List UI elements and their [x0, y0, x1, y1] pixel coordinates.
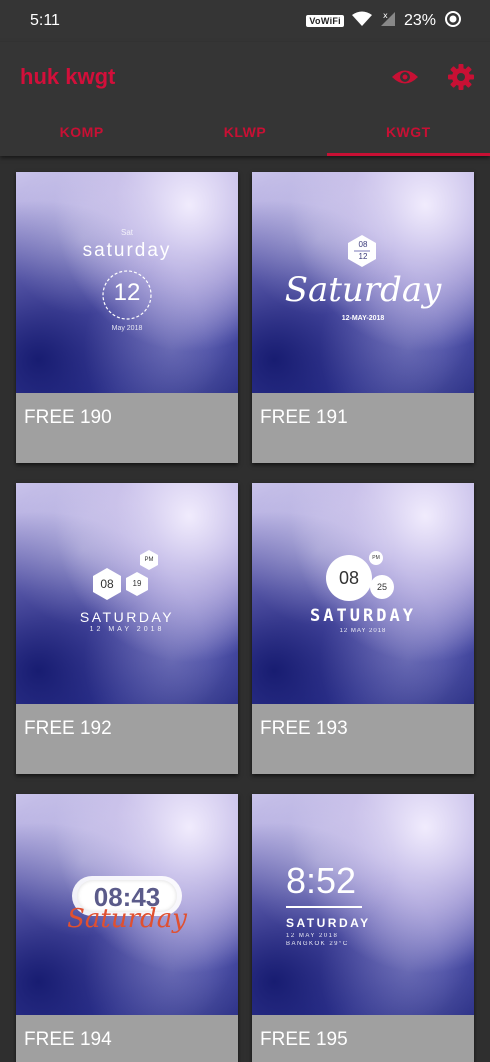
- tab-klwp[interactable]: KLWP: [163, 110, 326, 156]
- widget-card-193[interactable]: PM 08 25 SATURDAY 12 MAY 2018 FREE 193: [252, 483, 474, 774]
- card-label: FREE 194: [24, 1029, 112, 1050]
- widget-card-195[interactable]: 8:52 SATURDAY 12 MAY 2018 BANGKOK 29°C F…: [252, 794, 474, 1062]
- tab-bar: KOMP KLWP KWGT: [0, 110, 490, 156]
- widget-preview: Sat saturday 12 May 2018: [16, 172, 238, 393]
- widget-preview: PM 08 25 SATURDAY 12 MAY 2018: [252, 483, 474, 704]
- widget-day: SATURDAY: [286, 916, 371, 930]
- widget-card-191[interactable]: 08 12 Saturday 12-MAY-2018 FREE 191: [252, 172, 474, 463]
- eye-icon: [392, 70, 418, 84]
- widget-small-day: Sat: [120, 228, 133, 237]
- widget-ampm: PM: [144, 557, 154, 563]
- widget-time: 8:52: [286, 860, 357, 901]
- settings-button[interactable]: [446, 62, 476, 92]
- widget-num-top: 08: [358, 240, 368, 249]
- status-time: 5:11: [30, 12, 60, 29]
- widget-card-190[interactable]: Sat saturday 12 May 2018 FREE 190: [16, 172, 238, 463]
- widget-preview: 8:52 SATURDAY 12 MAY 2018 BANGKOK 29°C: [252, 794, 474, 1015]
- app-title: huk kwgt: [20, 64, 116, 89]
- battery-saver-icon: [444, 10, 462, 33]
- widget-day: saturday: [82, 240, 172, 261]
- widget-location: BANGKOK 29°C: [286, 941, 349, 947]
- widget-minute: 25: [370, 575, 394, 599]
- widget-date: May 2018: [111, 325, 143, 332]
- widget-hour: 08: [326, 555, 372, 601]
- status-icons: VoWiFi x 23%: [306, 10, 462, 33]
- app-bar: huk kwgt KOMP KLWP KWGT: [0, 42, 490, 156]
- widget-grid: Sat saturday 12 May 2018 FREE 190 08 12 …: [16, 172, 474, 1062]
- widget-num-bottom: 12: [358, 252, 368, 261]
- signal-icon: x: [380, 11, 396, 32]
- widget-day: Saturday: [284, 270, 442, 310]
- widget-card-192[interactable]: PM 08 19 SATURDAY 12 MAY 2018 FREE 192: [16, 483, 238, 774]
- widget-card-194[interactable]: 08:43 Saturday FREE 194: [16, 794, 238, 1062]
- vowifi-badge: VoWiFi: [306, 15, 344, 27]
- card-label: FREE 192: [24, 718, 112, 739]
- widget-day: SATURDAY: [79, 609, 175, 625]
- card-label: FREE 193: [260, 718, 348, 739]
- widget-day: Saturday: [67, 904, 187, 934]
- widget-date: 12 MAY 2018: [339, 628, 387, 634]
- widget-number: 12: [113, 279, 141, 306]
- preview-button[interactable]: [390, 64, 420, 90]
- tab-komp[interactable]: KOMP: [0, 110, 163, 156]
- battery-text: 23%: [403, 12, 436, 29]
- card-label: FREE 195: [260, 1029, 348, 1050]
- widget-ampm: PM: [369, 551, 383, 565]
- wifi-icon: [351, 11, 372, 32]
- widget-day: SATURDAY: [310, 606, 416, 626]
- widget-date: 12 MAY 2018: [89, 626, 165, 633]
- widget-date: 12 MAY 2018: [286, 933, 339, 939]
- widget-preview: 08:43 Saturday: [16, 794, 238, 1015]
- card-label: FREE 191: [260, 407, 348, 428]
- card-label: FREE 190: [24, 407, 112, 428]
- tab-kwgt[interactable]: KWGT: [326, 110, 490, 156]
- widget-date: 12-MAY-2018: [341, 315, 385, 322]
- widget-minute: 19: [132, 579, 142, 588]
- gear-icon: [448, 64, 474, 90]
- widget-preview: PM 08 19 SATURDAY 12 MAY 2018: [16, 483, 238, 704]
- svg-text:x: x: [383, 11, 388, 20]
- status-bar: 5:11 VoWiFi x 23%: [0, 0, 490, 42]
- divider-line: [286, 906, 362, 908]
- widget-preview: 08 12 Saturday 12-MAY-2018: [252, 172, 474, 393]
- widget-hour: 08: [100, 577, 114, 591]
